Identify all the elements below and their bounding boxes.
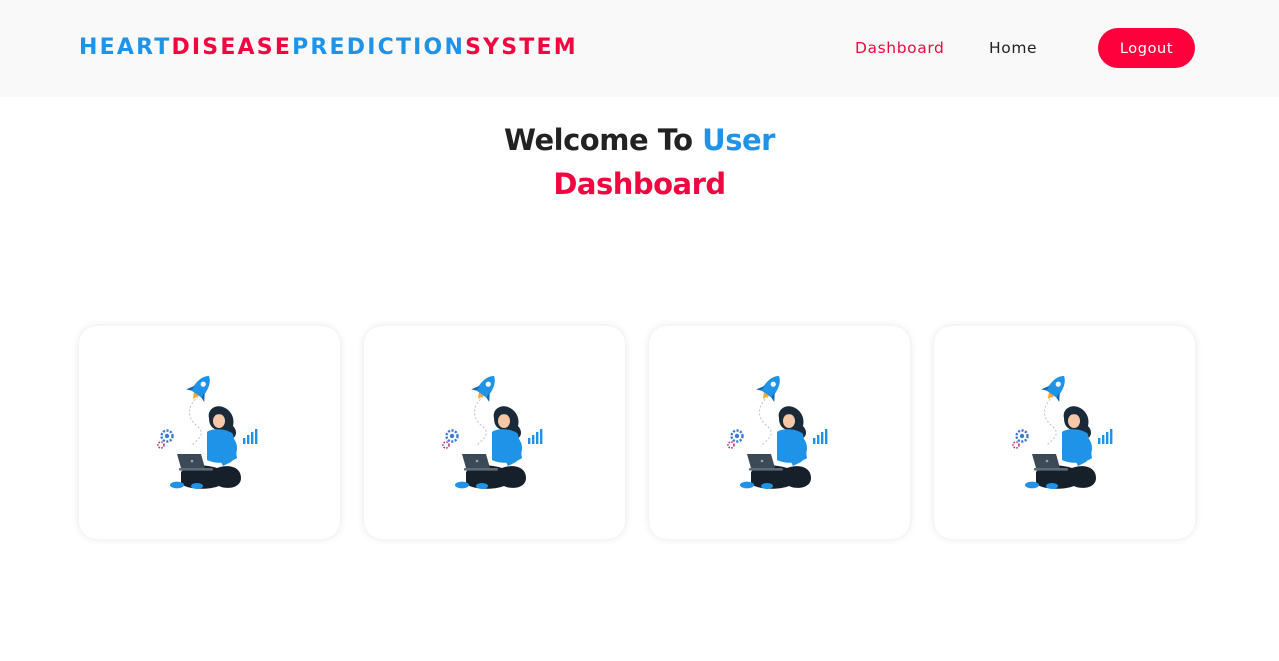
welcome-prefix: Welcome To bbox=[504, 123, 703, 157]
woman-laptop-illustration bbox=[727, 374, 829, 491]
logout-button[interactable]: Logout bbox=[1098, 28, 1195, 68]
welcome-dashboard: Dashboard bbox=[553, 167, 726, 201]
dashboard-card-3[interactable] bbox=[649, 326, 910, 539]
nav-dashboard-link[interactable]: Dashboard bbox=[855, 38, 945, 58]
page-title: Welcome To User Dashboard bbox=[0, 118, 1279, 206]
woman-laptop-illustration bbox=[442, 374, 544, 491]
brand-logo[interactable]: HEARTDISEASEPREDICTIONSYSTEM bbox=[79, 34, 578, 62]
nav-home-link[interactable]: Home bbox=[989, 38, 1037, 58]
woman-laptop-illustration bbox=[1012, 374, 1114, 491]
brand-part-system: SYSTEM bbox=[465, 35, 578, 60]
brand-part-disease: DISEASE bbox=[171, 35, 293, 60]
dashboard-card-1[interactable] bbox=[79, 326, 340, 539]
dashboard-card-4[interactable] bbox=[934, 326, 1195, 539]
dashboard-card-2[interactable] bbox=[364, 326, 625, 539]
brand-part-heart: HEART bbox=[79, 35, 172, 60]
woman-laptop-illustration bbox=[157, 374, 259, 491]
welcome-user: User bbox=[702, 123, 775, 157]
navbar: HEARTDISEASEPREDICTIONSYSTEM Dashboard H… bbox=[0, 0, 1279, 97]
brand-part-prediction: PREDICTION bbox=[292, 35, 466, 60]
